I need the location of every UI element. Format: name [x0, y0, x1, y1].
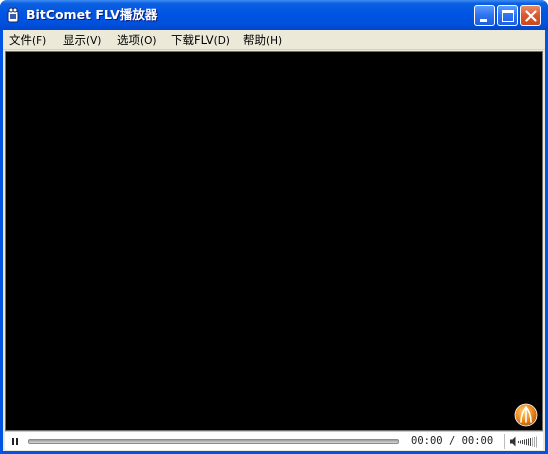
volume-control[interactable] [509, 435, 541, 448]
video-area[interactable] [5, 51, 543, 431]
maximize-icon [502, 10, 514, 22]
bitcomet-logo-icon[interactable] [514, 403, 538, 427]
menu-view[interactable]: 显示(V) [61, 32, 103, 48]
window-title: BitComet FLV播放器 [26, 7, 158, 22]
close-button[interactable] [520, 5, 541, 26]
menu-file[interactable]: 文件(F) [7, 32, 48, 48]
time-total: 00:00 [461, 435, 494, 447]
menu-options[interactable]: 选项(O) [115, 32, 158, 48]
time-current: 00:00 [411, 435, 443, 447]
title-bar[interactable]: BitComet FLV播放器 [0, 0, 548, 30]
volume-icon [510, 436, 537, 448]
menu-download-flv[interactable]: 下载FLV(D) [169, 32, 232, 48]
menu-bar: 文件(F) 显示(V) 选项(O) 下载FLV(D) 帮助(H) [3, 30, 545, 50]
seek-bar[interactable] [28, 439, 399, 444]
control-divider [504, 434, 505, 449]
maximize-button[interactable] [497, 5, 518, 26]
client-area: 文件(F) 显示(V) 选项(O) 下载FLV(D) 帮助(H) 00:00 /… [3, 30, 545, 451]
minimize-button[interactable] [474, 5, 495, 26]
player-window: BitComet FLV播放器 文件(F) 显示(V) 选项(O) 下载FLV(… [0, 0, 548, 454]
minimize-icon [480, 19, 487, 22]
pause-button[interactable] [10, 436, 20, 447]
close-icon [525, 10, 537, 22]
pause-icon [12, 438, 18, 445]
control-bar: 00:00 / 00:00 [5, 431, 543, 450]
time-display: 00:00 / 00:00 [411, 434, 493, 449]
menu-help[interactable]: 帮助(H) [241, 32, 284, 48]
time-separator: / [448, 435, 456, 447]
bitcomet-app-icon[interactable] [6, 7, 20, 23]
